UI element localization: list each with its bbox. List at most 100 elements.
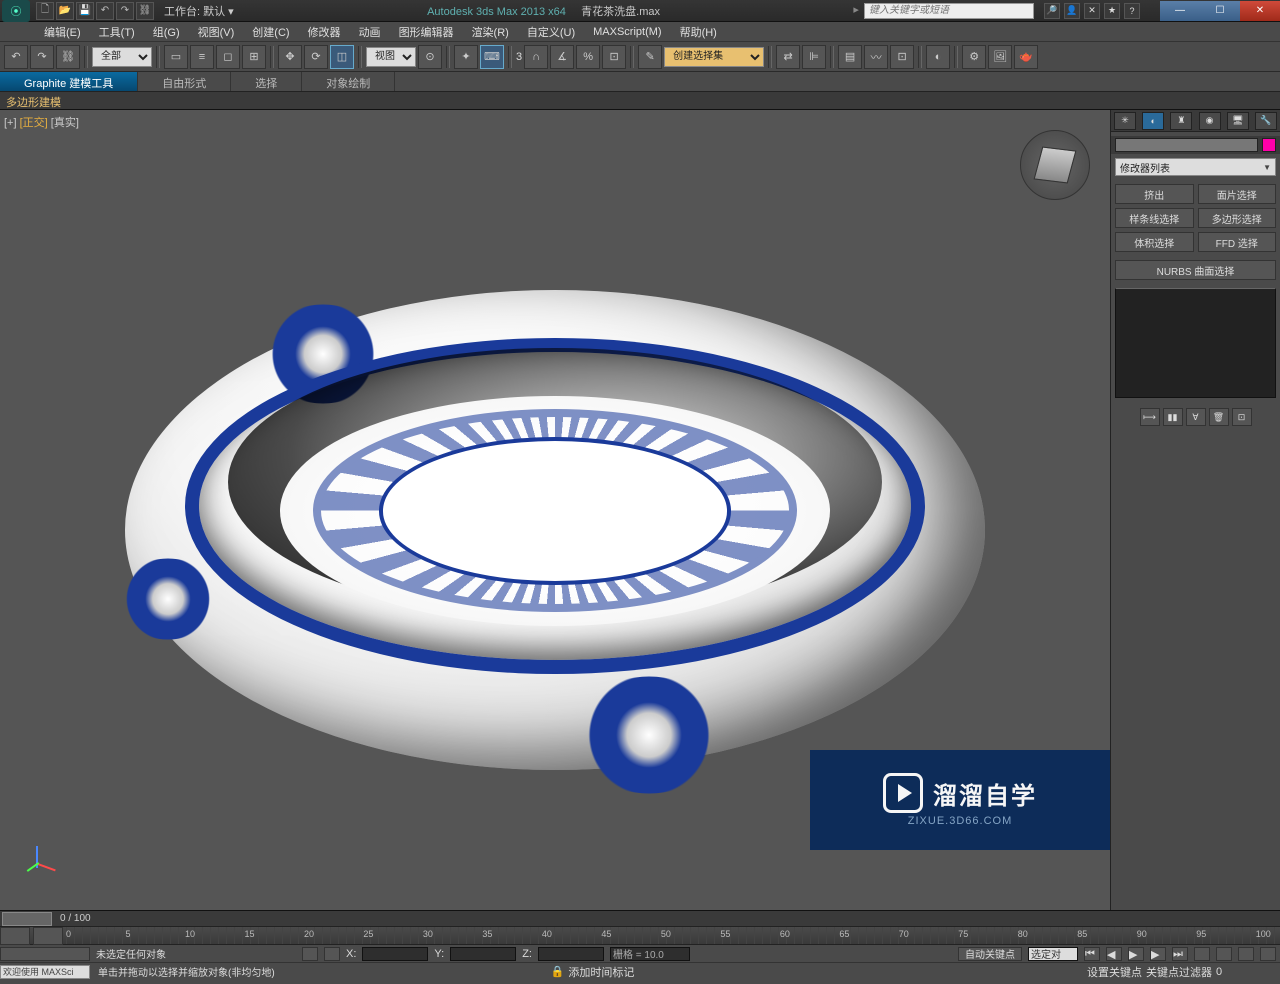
layer-icon[interactable]: ▤ (838, 45, 862, 69)
menu-modifiers[interactable]: 修改器 (300, 22, 349, 42)
ribbon-panel-label[interactable]: 多边形建模 (0, 92, 1280, 110)
menu-tools[interactable]: 工具(T) (91, 22, 143, 42)
time-slider-thumb[interactable] (2, 912, 52, 926)
qat-redo-icon[interactable]: ↷ (116, 2, 134, 20)
tab-graphite[interactable]: Graphite 建模工具 (0, 72, 138, 91)
help-icon[interactable]: ? (1124, 3, 1140, 19)
favorites-icon[interactable]: ★ (1104, 3, 1120, 19)
redo-icon[interactable]: ↷ (30, 45, 54, 69)
tab-freeform[interactable]: 自由形式 (138, 72, 231, 91)
angle-snap-icon[interactable]: ∡ (550, 45, 574, 69)
snap-3d-icon[interactable]: ∩ (524, 45, 548, 69)
select-rect-icon[interactable]: ◻ (216, 45, 240, 69)
menu-customize[interactable]: 自定义(U) (519, 22, 583, 42)
modifier-list-dropdown[interactable]: 修改器列表 (1115, 158, 1276, 176)
object-name-input[interactable] (1115, 138, 1258, 152)
qat-open-icon[interactable]: 📂 (56, 2, 74, 20)
mod-btn-splinesel[interactable]: 样条线选择 (1115, 208, 1194, 228)
tab-selection[interactable]: 选择 (231, 72, 302, 91)
lock-icon[interactable]: 🔒 (551, 965, 565, 978)
mod-btn-extrude[interactable]: 挤出 (1115, 184, 1194, 204)
trackbar-key-icon[interactable] (33, 927, 63, 945)
setkey-button[interactable]: 设置关键点 (1087, 964, 1142, 980)
play-next-icon[interactable]: ▶ (1150, 947, 1166, 961)
menu-views[interactable]: 视图(V) (190, 22, 243, 42)
rotate-icon[interactable]: ⟳ (304, 45, 328, 69)
maximize-button[interactable]: ☐ (1200, 1, 1240, 21)
render-setup-icon[interactable]: ⚙ (962, 45, 986, 69)
menu-group[interactable]: 组(G) (145, 22, 188, 42)
undo-icon[interactable]: ↶ (4, 45, 28, 69)
keyboard-shortcut-icon[interactable]: ⌨ (480, 45, 504, 69)
percent-snap-icon[interactable]: % (576, 45, 600, 69)
move-icon[interactable]: ✥ (278, 45, 302, 69)
close-button[interactable]: ✕ (1240, 1, 1280, 21)
infocenter-icon[interactable]: 🔎 (1044, 3, 1060, 19)
material-editor-icon[interactable]: ◐ (926, 45, 950, 69)
workspace-selector[interactable]: 工作台: 默认 ▾ (164, 3, 234, 19)
trackbar-open-icon[interactable] (0, 927, 30, 945)
time-slider[interactable]: 0 / 100 (0, 910, 1280, 926)
exchange-icon[interactable]: ✕ (1084, 3, 1100, 19)
absolute-mode-icon[interactable] (324, 947, 340, 961)
select-manipulate-icon[interactable]: ✦ (454, 45, 478, 69)
make-unique-icon[interactable]: ∀ (1186, 408, 1206, 426)
app-logo[interactable]: ⦿ (2, 0, 30, 22)
scale-icon[interactable]: ◫ (330, 45, 354, 69)
schematic-icon[interactable]: ⊡ (890, 45, 914, 69)
cp-tab-hierarchy-icon[interactable]: ♜ (1170, 112, 1192, 130)
link-icon[interactable]: ⛓ (56, 45, 80, 69)
coord-z-input[interactable] (538, 947, 604, 961)
play-first-icon[interactable]: ⏮ (1084, 947, 1100, 961)
coord-y-input[interactable] (450, 947, 516, 961)
named-sel-set-select[interactable]: 创建选择集 (664, 47, 764, 67)
pin-stack-icon[interactable]: ⟼ (1140, 408, 1160, 426)
cp-tab-utilities-icon[interactable]: 🔧 (1255, 112, 1277, 130)
menu-rendering[interactable]: 渲染(R) (464, 22, 517, 42)
nav-pan-icon[interactable] (1238, 947, 1254, 961)
render-icon[interactable]: 🫖 (1014, 45, 1038, 69)
current-frame-input[interactable]: 0 (1216, 966, 1256, 978)
menu-animation[interactable]: 动画 (351, 22, 389, 42)
pivot-icon[interactable]: ⊙ (418, 45, 442, 69)
modifier-stack[interactable] (1115, 288, 1276, 398)
keymode-select[interactable]: 选定对 (1028, 947, 1078, 961)
maxscript-listener[interactable]: 欢迎使用 MAXSci (0, 965, 90, 979)
mod-btn-nurbs[interactable]: NURBS 曲面选择 (1115, 260, 1276, 280)
qat-new-icon[interactable]: 🗋 (36, 2, 54, 20)
edit-named-sel-icon[interactable]: ✎ (638, 45, 662, 69)
autokey-button[interactable]: 自动关键点 (958, 947, 1022, 961)
nav-zoom-icon[interactable] (1194, 947, 1210, 961)
menu-maxscript[interactable]: MAXScript(M) (585, 24, 669, 40)
menu-grapheditors[interactable]: 图形编辑器 (391, 22, 462, 42)
selection-filter-select[interactable]: 全部 (92, 47, 152, 67)
play-icon[interactable]: ▶ (1128, 947, 1144, 961)
add-time-tag-button[interactable]: 添加时间标记 (568, 964, 634, 980)
play-last-icon[interactable]: ⏭ (1172, 947, 1188, 961)
spinner-snap-icon[interactable]: ⊡ (602, 45, 626, 69)
qat-link-icon[interactable]: ⛓ (136, 2, 154, 20)
mod-btn-volsel[interactable]: 体积选择 (1115, 232, 1194, 252)
menu-help[interactable]: 帮助(H) (672, 22, 725, 42)
nav-fov-icon[interactable] (1260, 947, 1276, 961)
mod-btn-ffdsel[interactable]: FFD 选择 (1198, 232, 1277, 252)
coord-x-input[interactable] (362, 947, 428, 961)
select-icon[interactable]: ▭ (164, 45, 188, 69)
menu-create[interactable]: 创建(C) (244, 22, 297, 42)
cp-tab-display-icon[interactable]: 🖥 (1227, 112, 1249, 130)
qat-undo-icon[interactable]: ↶ (96, 2, 114, 20)
mod-btn-polysel[interactable]: 多边形选择 (1198, 208, 1277, 228)
track-bar[interactable]: 0510152025303540455055606570758085909510… (0, 926, 1280, 944)
ref-coord-select[interactable]: 视图 (366, 47, 416, 67)
remove-mod-icon[interactable]: 🗑 (1209, 408, 1229, 426)
cp-tab-motion-icon[interactable]: ◉ (1199, 112, 1221, 130)
configure-icon[interactable]: ⊡ (1232, 408, 1252, 426)
nav-zoomext-icon[interactable] (1216, 947, 1232, 961)
qat-save-icon[interactable]: 💾 (76, 2, 94, 20)
window-crossing-icon[interactable]: ⊞ (242, 45, 266, 69)
viewport[interactable]: [+] [正交] [真实] 溜溜自学 ZIXUE.3D66.COM (0, 110, 1110, 910)
tab-paint[interactable]: 对象绘制 (302, 72, 395, 91)
menu-edit[interactable]: 编辑(E) (36, 22, 89, 42)
signin-icon[interactable]: 👤 (1064, 3, 1080, 19)
mod-btn-facesel[interactable]: 面片选择 (1198, 184, 1277, 204)
